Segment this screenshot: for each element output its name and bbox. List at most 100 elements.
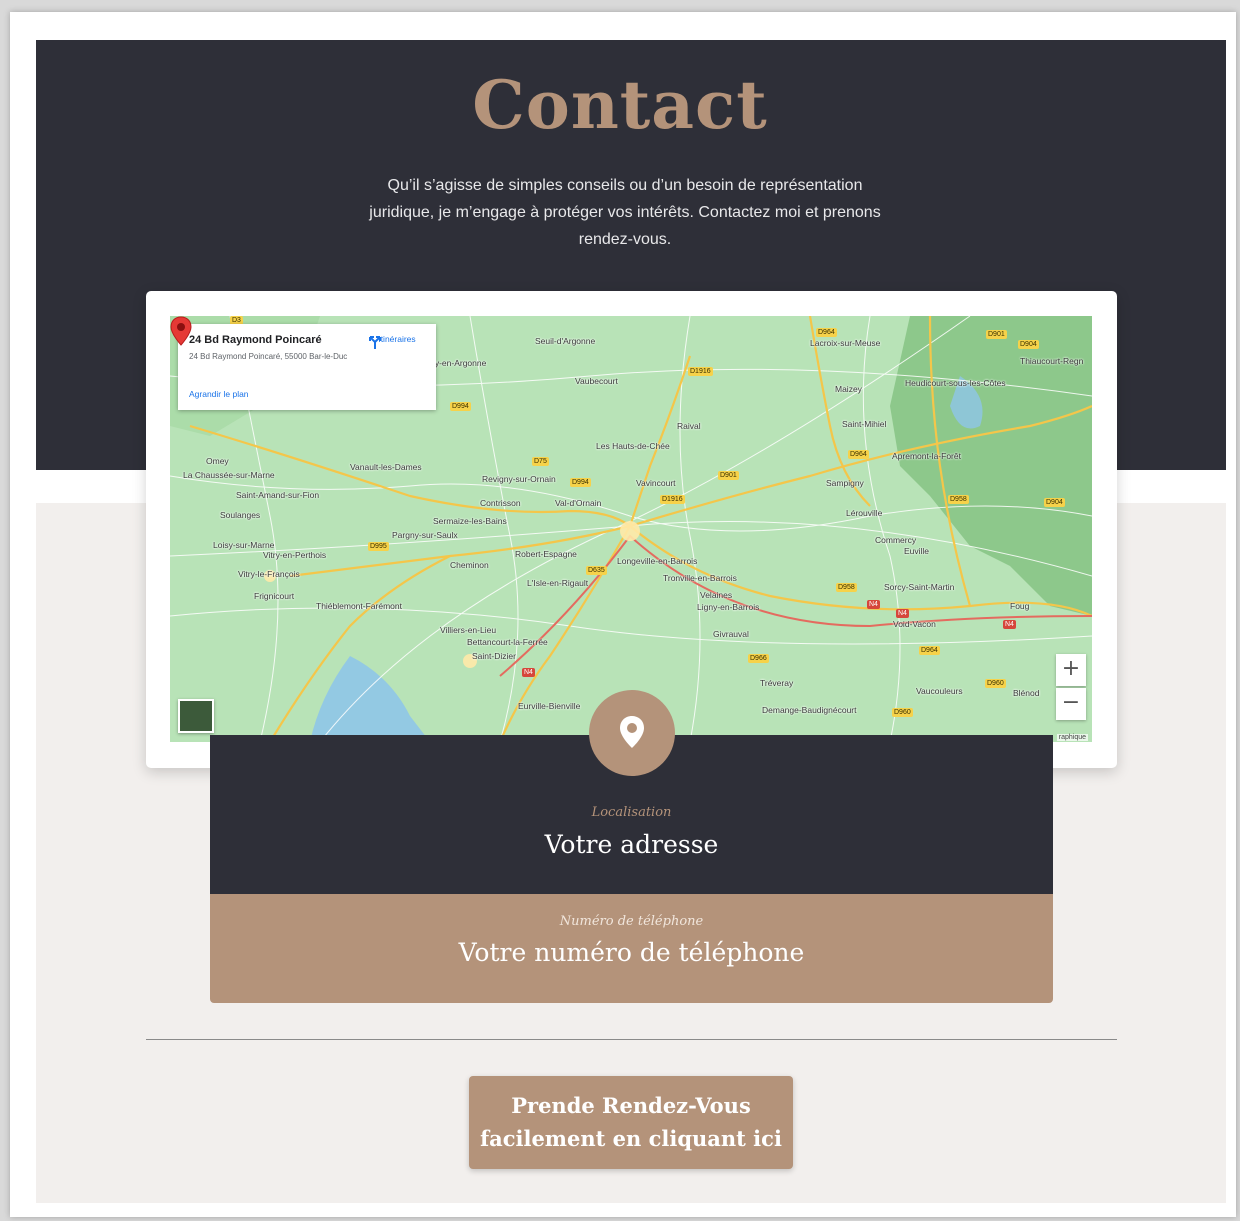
- map-attribution: raphique: [1056, 734, 1088, 741]
- map-town-label: Les Hauts-de-Chée: [596, 441, 670, 451]
- map-town-label: Vaucouleurs: [916, 686, 963, 696]
- map-town-label: Sermaize-les-Bains: [433, 516, 507, 526]
- road-label: D960: [985, 679, 1006, 688]
- map-town-label: Thiéblemont-Farémont: [316, 601, 402, 611]
- map-marker-icon[interactable]: [170, 316, 192, 346]
- map-town-label: Frignicourt: [254, 591, 295, 601]
- phone-label: Votre numéro de téléphone: [458, 938, 805, 967]
- map-town-label: Saint-Amand-sur-Fion: [236, 490, 320, 500]
- map-town-label: Lérouville: [846, 508, 883, 518]
- phone-block: Numéro de téléphone Votre numéro de télé…: [210, 894, 1053, 1003]
- intro-line: rendez-vous.: [578, 231, 672, 248]
- road-label: N4: [896, 609, 909, 618]
- road-label: N4: [867, 600, 880, 609]
- road-label: D904: [1018, 340, 1039, 349]
- map-town-label: Givrauval: [713, 629, 749, 639]
- map-town-label: Tronville-en-Barrois: [663, 573, 737, 583]
- road-label: N4: [1003, 620, 1016, 629]
- page-title: Contact: [472, 66, 768, 144]
- zoom-in-button[interactable]: +: [1056, 654, 1086, 686]
- road-label: D635: [586, 566, 607, 575]
- road-label: D958: [836, 583, 857, 592]
- enlarge-map-link[interactable]: Agrandir le plan: [189, 389, 249, 399]
- road-label: D75: [532, 457, 549, 466]
- map-town-label: Void-Vacon: [893, 619, 936, 629]
- map-town-label: Saint-Mihiel: [842, 419, 887, 429]
- road-label: D901: [718, 471, 739, 480]
- map-town-label: Longeville-en-Barrois: [617, 556, 698, 566]
- location-badge: [589, 690, 675, 776]
- map-town-label: Bettancourt-la-Ferrée: [467, 637, 548, 647]
- map-town-label: Apremont-la-Forêt: [892, 451, 961, 461]
- cta-line: facilement en cliquant ici: [480, 1126, 782, 1151]
- map-town-label: Lacroix-sur-Meuse: [810, 338, 881, 348]
- map-town-label: Vaubecourt: [575, 376, 618, 386]
- map-town-label: Foug: [1010, 601, 1030, 611]
- location-sublabel: Localisation: [591, 805, 672, 820]
- location-label: Votre adresse: [544, 830, 719, 859]
- road-label: D964: [816, 328, 837, 337]
- cta-line: Prende Rendez-Vous: [511, 1093, 751, 1118]
- map-town-label: Contrisson: [480, 498, 521, 508]
- map-town-label: Pargny-sur-Saulx: [392, 530, 458, 540]
- road-label: D994: [450, 402, 471, 411]
- map-town-label: Demange-Baudignécourt: [762, 705, 857, 715]
- map-town-label: Robert-Espagne: [515, 549, 577, 559]
- location-pin-icon: [620, 716, 644, 748]
- road-label: D904: [1044, 498, 1065, 507]
- map-town-label: Raival: [677, 421, 701, 431]
- map-town-label: Sorcy-Saint-Martin: [884, 582, 955, 592]
- directions-button[interactable]: Itinéraires: [368, 334, 426, 349]
- map-town-label: L'Isle-en-Rigault: [527, 578, 589, 588]
- phone-sublabel: Numéro de téléphone: [559, 914, 704, 929]
- map-town-label: La Chaussée-sur-Marne: [183, 470, 275, 480]
- map-place-card: 24 Bd Raymond Poincaré 24 Bd Raymond Poi…: [178, 324, 436, 410]
- intro-text: Qu’il s’agisse de simples conseils ou d’…: [340, 172, 910, 253]
- map-town-label: Vavincourt: [636, 478, 676, 488]
- map-town-label: Val-d'Ornain: [555, 498, 602, 508]
- map-town-label: Omey: [206, 456, 229, 466]
- map-town-label: Sampigny: [826, 478, 864, 488]
- map-town-label: Blénod: [1013, 688, 1040, 698]
- place-title: 24 Bd Raymond Poincaré: [189, 334, 322, 346]
- road-label: D964: [848, 450, 869, 459]
- map-town-label: Cheminon: [450, 560, 489, 570]
- road-label: D1916: [688, 367, 713, 376]
- place-address: 24 Bd Raymond Poincaré, 55000 Bar-le-Duc: [189, 352, 348, 361]
- road-label: D966: [748, 654, 769, 663]
- road-label: D995: [368, 542, 389, 551]
- map-town-label: Ligny-en-Barrois: [697, 602, 760, 612]
- map-town-label: Revigny-sur-Ornain: [482, 474, 556, 484]
- map-town-label: Villiers-en-Lieu: [440, 625, 497, 635]
- road-label: D964: [919, 646, 940, 655]
- road-label: N4: [522, 668, 535, 677]
- intro-line: Qu’il s’agisse de simples conseils ou d’…: [387, 177, 863, 194]
- map-town-label: Euville: [904, 546, 930, 556]
- map-town-label: ry-en-Argonne: [432, 358, 487, 368]
- road-label: D994: [570, 478, 591, 487]
- map-town-label: Vanault-les-Dames: [350, 462, 422, 472]
- map-town-label: Eurville-Bienville: [518, 701, 581, 711]
- map-town-label: Vitry-le-François: [238, 569, 300, 579]
- map-town-label: Heudicourt-sous-les-Côtes: [905, 378, 1006, 388]
- road-label: D1916: [660, 495, 685, 504]
- map-town-label: Saint-Dizier: [472, 651, 516, 661]
- map-town-label: Tréveray: [760, 678, 794, 688]
- map-town-label: Velaines: [700, 590, 733, 600]
- map-town-label: Thiaucourt-Regn: [1020, 356, 1084, 366]
- map-town-label: Seuil-d'Argonne: [535, 336, 596, 346]
- road-label: D958: [948, 495, 969, 504]
- map-town-label: Loisy-sur-Marne: [213, 540, 275, 550]
- map-town-label: Soulanges: [220, 510, 261, 520]
- road-label: D960: [892, 708, 913, 717]
- map-town-label: Commercy: [875, 535, 917, 545]
- intro-line: juridique, je m’engage à protéger vos in…: [369, 204, 881, 221]
- satellite-layer-toggle[interactable]: [178, 699, 214, 733]
- map-town-label: Maizey: [835, 384, 862, 394]
- book-appointment-button[interactable]: Prende Rendez-Vous facilement en cliquan…: [469, 1076, 793, 1169]
- zoom-out-button[interactable]: −: [1056, 688, 1086, 720]
- map-town-label: Vitry-en-Perthois: [263, 550, 327, 560]
- embedded-map[interactable]: Seuil-d'Argonne Vaubecourt Lacroix-sur-M…: [170, 316, 1092, 742]
- section-divider: [146, 1039, 1117, 1040]
- road-label: D901: [986, 330, 1007, 339]
